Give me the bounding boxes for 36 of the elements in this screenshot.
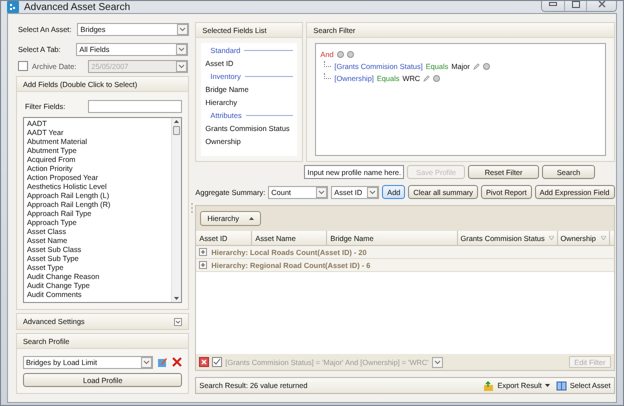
maximize-icon[interactable] [572, 1, 580, 8]
expand-icon[interactable] [174, 318, 182, 326]
close-icon[interactable] [598, 1, 606, 8]
dropdown-button[interactable] [176, 44, 188, 54]
dropdown-button[interactable] [141, 356, 152, 368]
scrollbar[interactable] [171, 118, 182, 302]
clear-filter-icon[interactable] [199, 357, 210, 367]
expand-icon[interactable] [199, 248, 208, 256]
book-icon [556, 380, 567, 390]
filter-icon[interactable] [600, 236, 606, 240]
splitter-grip-icon[interactable] [191, 203, 194, 213]
scroll-thumb[interactable] [173, 126, 180, 135]
expand-icon[interactable] [199, 261, 208, 269]
add-condition-icon[interactable] [346, 51, 354, 58]
minimize-icon[interactable] [549, 2, 557, 6]
dropdown-button[interactable] [177, 24, 188, 34]
pencil-icon[interactable] [472, 63, 480, 70]
dropdown-button[interactable] [432, 356, 443, 368]
export-icon [483, 380, 494, 390]
filter-icon[interactable] [548, 236, 554, 240]
edit-icon[interactable] [157, 356, 168, 368]
filter-field[interactable] [88, 100, 182, 112]
app-icon [7, 1, 19, 13]
sort-up-icon[interactable] [249, 217, 254, 220]
delete-icon[interactable] [172, 357, 182, 367]
window-title: Advanced Asset Search [24, 2, 132, 12]
dropdown-button[interactable] [367, 186, 378, 198]
remove-condition-icon[interactable] [433, 75, 440, 82]
filter-enabled-checkbox[interactable] [212, 357, 222, 367]
dropdown-button[interactable] [316, 186, 328, 198]
scroll-up-icon[interactable] [174, 120, 180, 123]
caret-icon [544, 384, 550, 387]
remove-condition-icon[interactable] [482, 63, 490, 70]
group-options-icon[interactable] [336, 51, 344, 58]
scroll-down-icon[interactable] [174, 297, 180, 300]
pencil-icon[interactable] [423, 75, 430, 82]
